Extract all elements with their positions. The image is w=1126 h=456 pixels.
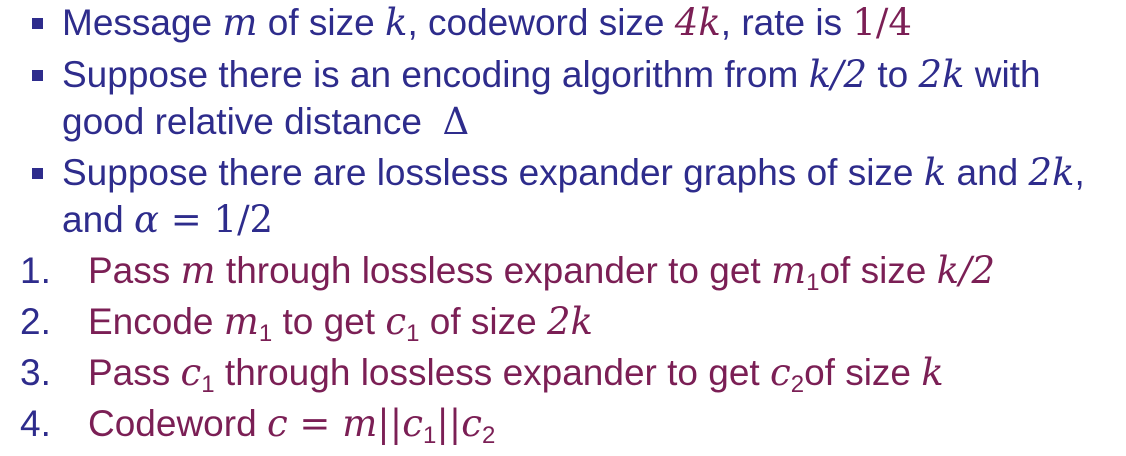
step-2-text: of size <box>419 301 547 342</box>
math-k-half: k/2 <box>808 53 868 96</box>
math-rate: 1/4 <box>852 1 912 44</box>
bullet-3-text: Suppose there are lossless expander grap… <box>62 152 924 193</box>
bullet-1-text: , rate is <box>720 2 853 43</box>
step-4: Codeword c = m||c1||c2 <box>88 402 496 449</box>
math-m: m <box>342 402 378 445</box>
math-concat: || <box>377 402 403 445</box>
bullet-2-text: with <box>964 54 1041 95</box>
step-4-text: Codeword <box>88 403 267 444</box>
math-concat: || <box>436 402 462 445</box>
subscript: 1 <box>406 320 420 347</box>
bullet-1-text: of size <box>257 2 386 43</box>
subscript: 1 <box>201 371 215 398</box>
math-2k: 2k <box>546 300 593 343</box>
math-m: m <box>180 249 216 292</box>
step-3-text: of size <box>804 352 922 393</box>
math-m1: m <box>223 300 259 343</box>
step-4-number: 4. <box>20 403 51 444</box>
math-alpha: α <box>134 198 160 241</box>
math-c1: c <box>402 402 423 445</box>
step-2-text: to get <box>272 301 386 342</box>
bullet-marker <box>32 18 43 29</box>
step-2-number: 2. <box>20 301 51 342</box>
math-k-half: k/2 <box>936 249 996 292</box>
bullet-1-text: Message <box>62 2 223 43</box>
math-equals: = <box>287 402 343 445</box>
math-half: = 1/2 <box>159 198 274 241</box>
bullet-3-text: and <box>946 152 1029 193</box>
bullet-marker <box>32 168 43 179</box>
bullet-2-line-1: Suppose there is an encoding algorithm f… <box>62 53 1041 97</box>
step-2: Encode m1 to get c1 of size 2k <box>88 300 593 347</box>
subscript: 2 <box>482 422 496 449</box>
math-m1: m <box>770 249 807 292</box>
bullet-2-text: good relative distance <box>62 101 443 142</box>
bullet-2-text: to <box>867 54 919 95</box>
math-c2: c <box>461 402 482 445</box>
math-2k: 2k <box>918 53 965 96</box>
bullet-marker <box>32 70 43 81</box>
math-delta: Δ <box>442 100 470 143</box>
bullet-3-text: and <box>62 199 135 240</box>
math-k: k <box>385 1 408 44</box>
subscript: 1 <box>258 320 273 347</box>
step-3-text: through lossless expander to get <box>214 352 770 393</box>
bullet-1: Message m of size k, codeword size 4k, r… <box>62 1 912 45</box>
subscript: 1 <box>422 422 437 449</box>
bullet-2-text: Suppose there is an encoding algorithm f… <box>62 54 809 95</box>
step-2-text: Encode <box>88 301 224 342</box>
bullet-1-text: , codeword size <box>407 2 675 43</box>
math-c: c <box>266 402 288 445</box>
bullet-3-line-1: Suppose there are lossless expander grap… <box>62 151 1085 195</box>
math-c1: c <box>180 351 202 394</box>
math-k: k <box>921 351 944 394</box>
math-m: m <box>222 1 258 44</box>
math-k: k <box>923 151 947 194</box>
subscript: 1 <box>806 269 820 296</box>
bullet-2-line-2: good relative distance Δ <box>62 100 469 144</box>
math-2k: 2k <box>1028 151 1075 194</box>
step-1-text: through lossless expander to get <box>215 250 771 291</box>
math-c2: c <box>769 351 791 394</box>
bullet-3-text: , <box>1074 152 1085 193</box>
step-3-number: 3. <box>20 352 51 393</box>
step-1-number: 1. <box>20 250 51 291</box>
slide: Message m of size k, codeword size 4k, r… <box>0 0 1126 456</box>
math-4k: 4k <box>674 1 721 44</box>
step-3: Pass c1 through lossless expander to get… <box>88 351 944 398</box>
step-1: Pass m through lossless expander to get … <box>88 249 996 296</box>
step-3-text: Pass <box>88 352 181 393</box>
step-1-text: of size <box>819 250 937 291</box>
math-c1: c <box>385 300 407 343</box>
bullet-3-line-2: and α = 1/2 <box>62 198 273 242</box>
subscript: 2 <box>790 371 805 398</box>
step-1-text: Pass <box>88 250 181 291</box>
